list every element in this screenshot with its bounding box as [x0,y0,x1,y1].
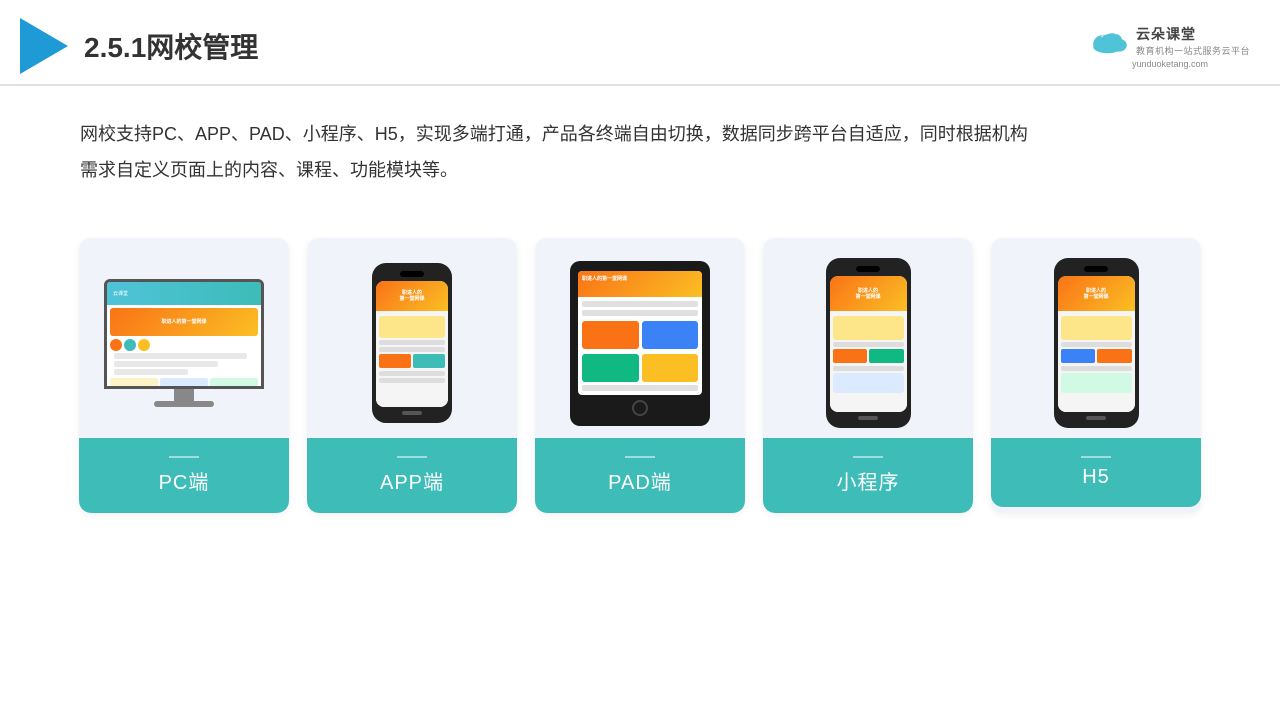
phone-home-mini [858,416,878,420]
card-pc-label: PC端 [79,438,289,513]
tablet-home-btn [632,400,648,416]
tablet-screen: 职进人的第一堂网课 [578,271,702,395]
brand-logo: 云朵课堂 教育机构一站式服务云平台 [1090,24,1250,57]
card-h5-label: H5 [991,438,1201,507]
page-title: 2.5.1网校管理 [84,26,258,66]
card-pc: 云课堂 职进人的第一堂网课 [79,238,289,513]
card-miniprogram-image: 职进人的第一堂网课 [763,238,973,438]
phone-screen-h5: 职进人的第一堂网课 [1058,276,1135,412]
logo-triangle-icon [20,18,68,74]
card-pad: 职进人的第一堂网课 [535,238,745,513]
brand-tagline: 教育机构一站式服务云平台 [1136,44,1250,57]
phone-home-app [402,411,422,415]
phone-mockup-h5: 职进人的第一堂网课 [1054,258,1139,428]
card-h5: 职进人的第一堂网课 H [991,238,1201,513]
card-miniprogram-label: 小程序 [763,438,973,513]
card-app: 职进人的第一堂网课 [307,238,517,513]
phone-mockup-app: 职进人的第一堂网课 [372,263,452,423]
phone-notch-mini [856,266,880,272]
card-pc-image: 云课堂 职进人的第一堂网课 [79,238,289,438]
brand-text-block: 云朵课堂 教育机构一站式服务云平台 [1136,24,1250,57]
phone-notch-h5 [1084,266,1108,272]
tablet-mockup: 职进人的第一堂网课 [570,261,710,426]
card-h5-image: 职进人的第一堂网课 [991,238,1201,438]
pc-mockup: 云课堂 职进人的第一堂网课 [104,279,264,407]
card-pad-label: PAD端 [535,438,745,513]
phone-screen-mini: 职进人的第一堂网课 [830,276,907,412]
phone-home-h5 [1086,416,1106,420]
card-pad-image: 职进人的第一堂网课 [535,238,745,438]
phone-screen-app: 职进人的第一堂网课 [376,281,448,407]
card-app-label: APP端 [307,438,517,513]
header-left: 2.5.1网校管理 [20,18,258,74]
phone-notch-app [400,271,424,277]
cards-container: 云课堂 职进人的第一堂网课 [0,208,1280,543]
brand-url: yunduoketang.com [1132,59,1208,69]
brand-name: 云朵课堂 [1136,24,1196,44]
card-miniprogram: 职进人的第一堂网课 小 [763,238,973,513]
header-right: 云朵课堂 教育机构一站式服务云平台 yunduoketang.com [1090,24,1250,69]
phone-mockup-mini: 职进人的第一堂网课 [826,258,911,428]
description-text: 网校支持PC、APP、PAD、小程序、H5，实现多端打通，产品各终端自由切换，数… [0,86,1280,198]
pc-screen: 云课堂 职进人的第一堂网课 [104,279,264,389]
cloud-icon [1090,26,1130,54]
header: 2.5.1网校管理 云朵课堂 教育机构一站式服务云平台 yunduoketang… [0,0,1280,86]
card-app-image: 职进人的第一堂网课 [307,238,517,438]
